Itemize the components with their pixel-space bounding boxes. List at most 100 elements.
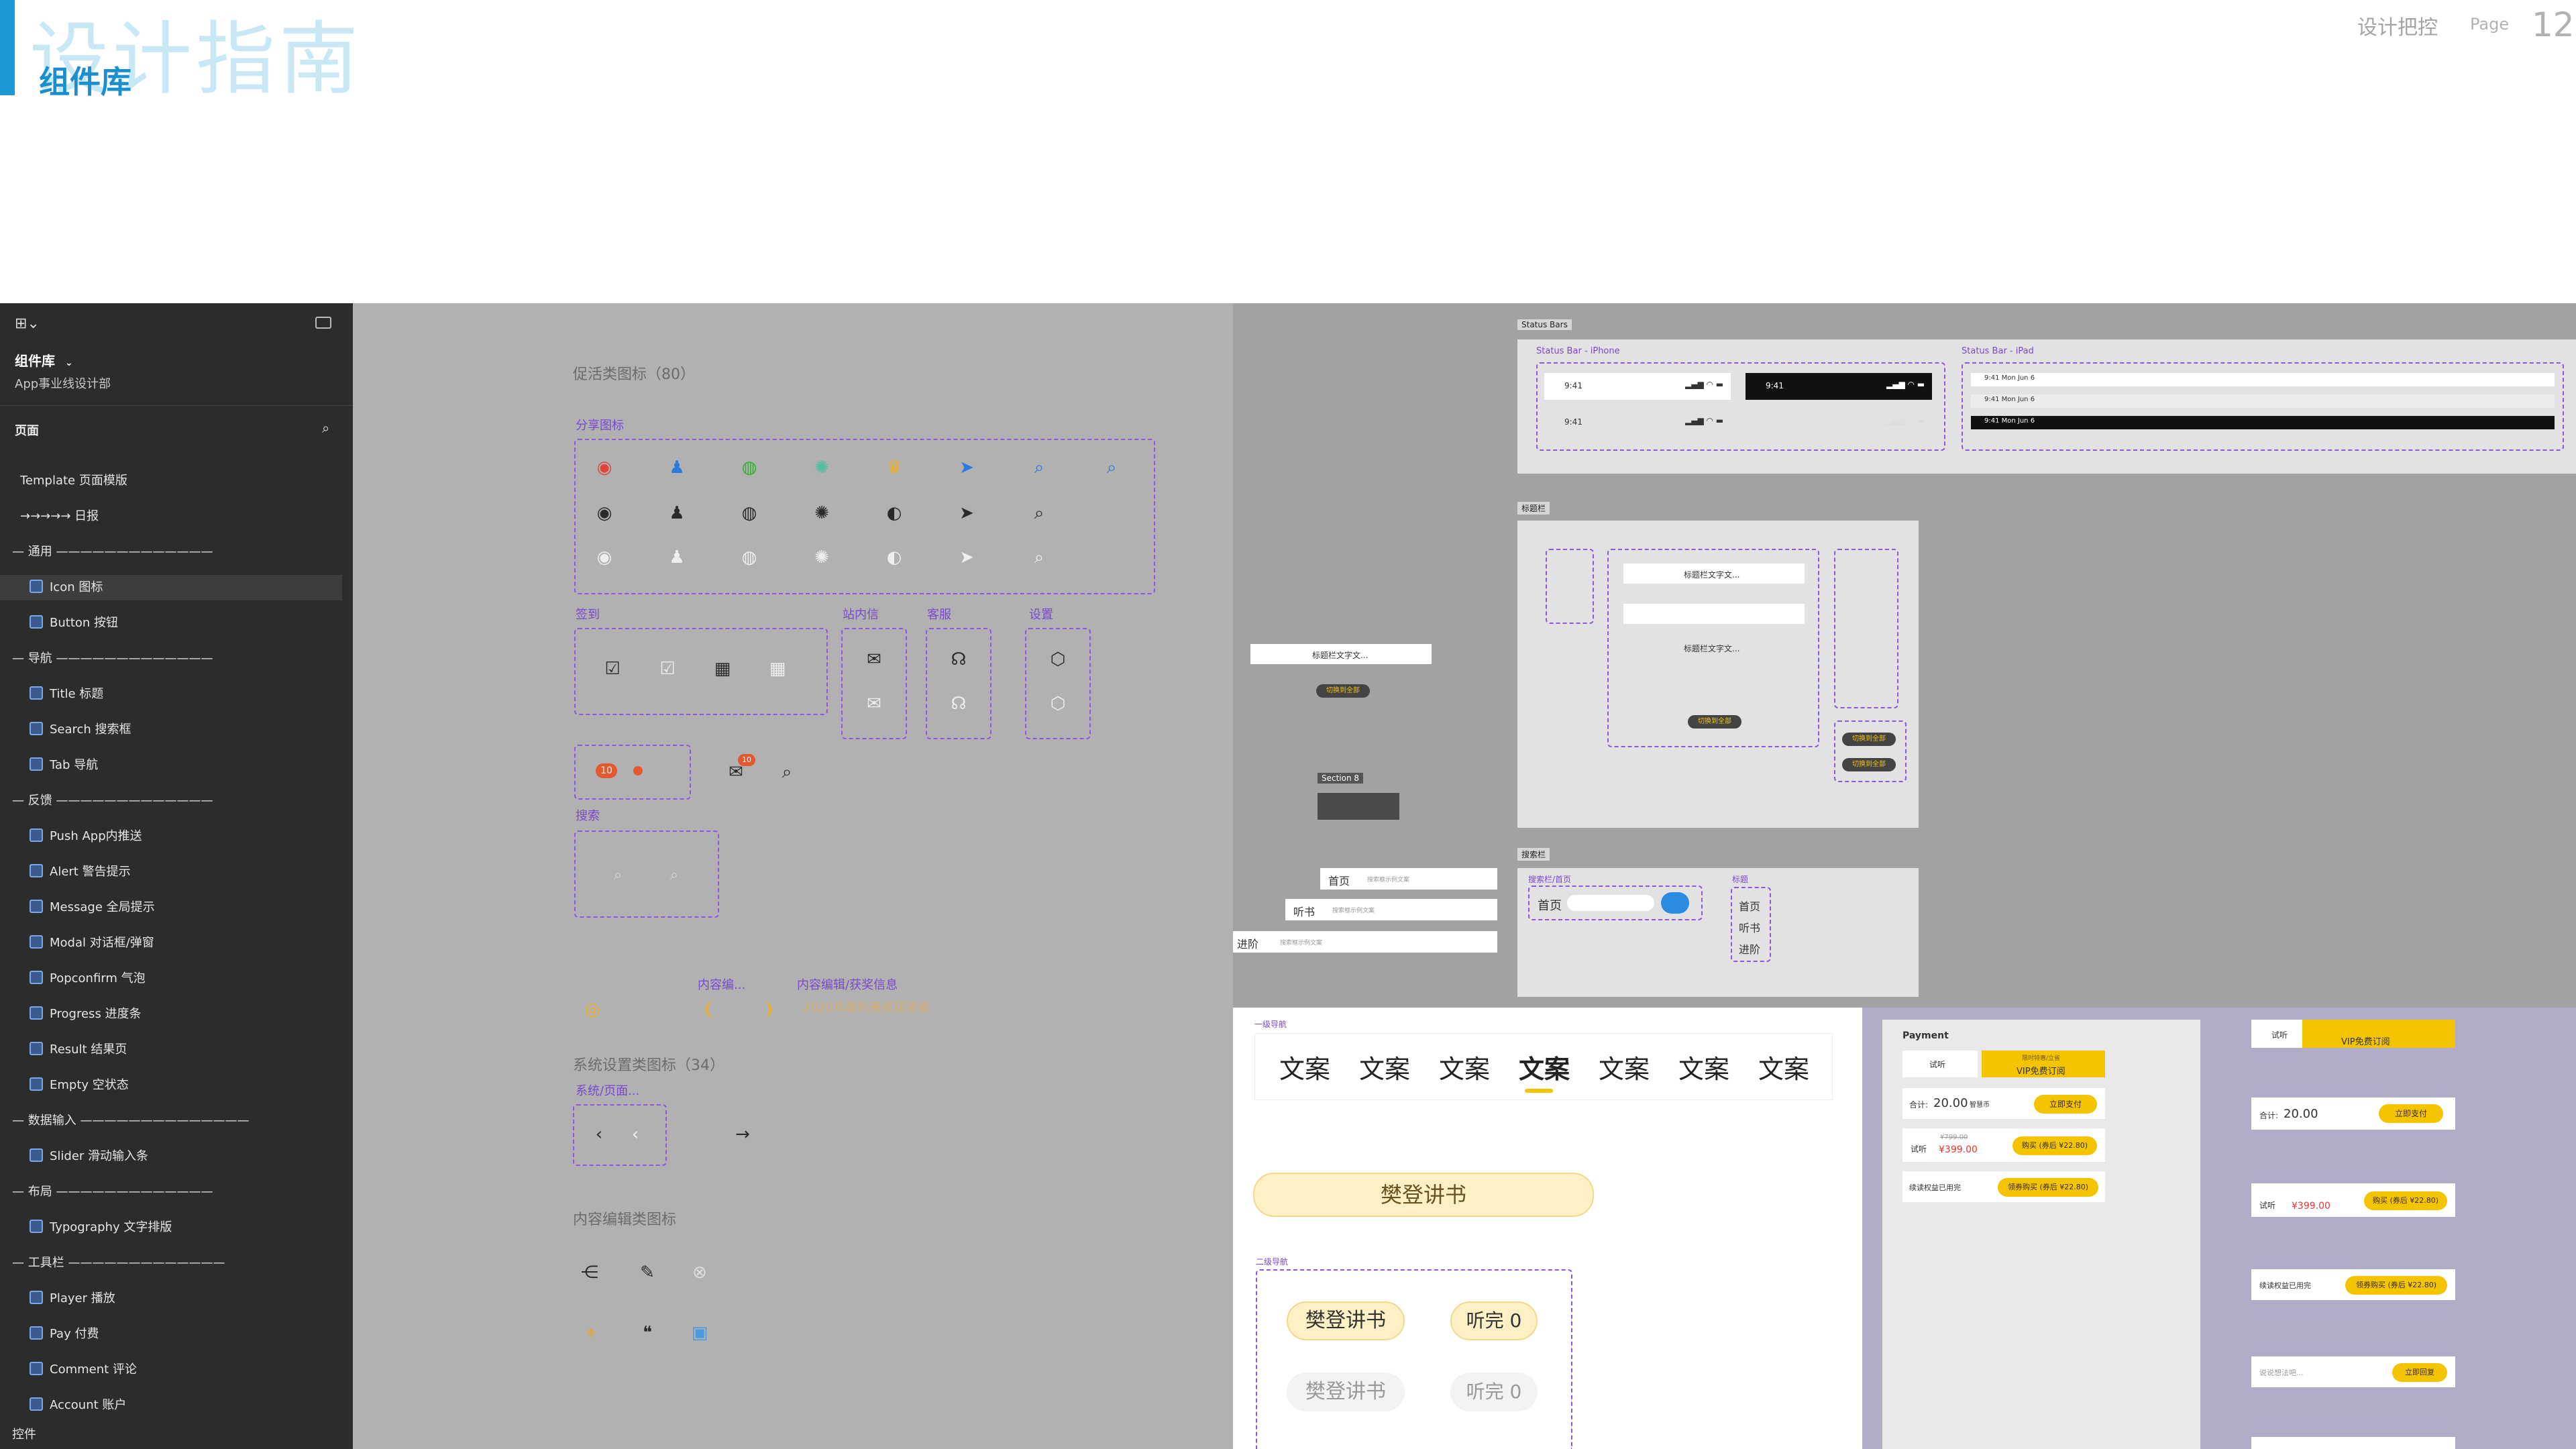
sidebar-item[interactable]: Result 结果页 xyxy=(0,1037,342,1063)
search-row-home[interactable]: 首页 搜索框示例文案 xyxy=(1320,868,1497,890)
tab-l2-finish-inactive[interactable]: 听完 0 xyxy=(1450,1373,1538,1411)
weibo-mono-icon[interactable]: ◉ xyxy=(594,503,614,523)
sidebar-item[interactable]: — 数据输入 —————————————— xyxy=(0,1108,342,1134)
settings-icons-frame[interactable]: ⬡ ⬡ xyxy=(1025,628,1091,739)
vip-toggle-sample[interactable]: 试听 VIP免费订阅 xyxy=(2251,1020,2455,1048)
mail-icon[interactable]: ✉ xyxy=(864,649,884,669)
tab-l2-frame[interactable]: 樊登讲书 听完 0 樊登讲书 听完 0 xyxy=(1256,1269,1572,1449)
buy-button[interactable]: 购买 (券后 ¥22.80) xyxy=(2012,1136,2097,1155)
moments-mono-icon[interactable]: ✺ xyxy=(812,503,832,523)
search-tabs-frame[interactable]: 首页 听书 进阶 xyxy=(1731,887,1771,962)
calendar-white-icon[interactable]: ▦ xyxy=(767,659,788,679)
price-sample-buy[interactable]: 购买 (券后 ¥22.80) xyxy=(2364,1191,2447,1210)
sidebar-item[interactable]: — 反馈 ————————————— xyxy=(0,788,342,814)
search-icon[interactable]: ⌕ xyxy=(777,762,797,782)
chat-white-icon[interactable]: ⌕ xyxy=(1029,547,1049,568)
chevron-left-icon[interactable]: ‹ xyxy=(589,1124,609,1144)
share-icons-frame[interactable]: ◉ ♟ ◍ ✺ ♛ ➤ ⌕ ⌕ ◉ ♟ ◍ ✺ ◐ ➤ ⌕ ◉ ♟ ◍ ✺ ◐ … xyxy=(574,439,1155,594)
title-variant-right[interactable] xyxy=(1834,549,1898,708)
vip-option[interactable]: 限时特惠/立省 VIP免费订阅 xyxy=(1982,1051,2105,1077)
total-sample-pay[interactable]: 立即支付 xyxy=(2379,1104,2443,1123)
qq-mono-icon[interactable]: ♟ xyxy=(667,503,687,523)
tab-item[interactable]: 文案 xyxy=(1439,1049,1490,1085)
floating-switch-pill[interactable]: 切换到全部 xyxy=(1316,684,1370,698)
sidebar-item[interactable]: Typography 文字排版 xyxy=(0,1215,342,1240)
switch-pill[interactable]: 切换到全部 xyxy=(1688,715,1741,729)
sidebar-item[interactable]: Comment 评论 xyxy=(0,1357,342,1383)
search-row-advance[interactable]: 进阶 搜索框示例文案 xyxy=(1233,931,1497,953)
medal-icon[interactable]: ◎ xyxy=(582,1000,602,1020)
chevron-left-white-icon[interactable]: ‹ xyxy=(625,1124,645,1144)
vtab-home[interactable]: 首页 xyxy=(1739,898,1760,914)
comment-ph[interactable]: 说说想法吧... xyxy=(2259,1367,2304,1378)
service-icons-frame[interactable]: ☊ ☊ xyxy=(926,628,991,739)
chat-mono-icon[interactable]: ⌕ xyxy=(1029,503,1049,523)
sidebar-item[interactable]: Progress 进度条 xyxy=(0,1002,342,1027)
status-iphone-frame[interactable]: 9:41 ▂▄▆ ◠ ▬ 9:41 ▂▄▆ ◠ ▬ 9:41 ▂▄▆ ◠ ▬ ▂… xyxy=(1536,362,1945,451)
section-tag[interactable]: Section 8 xyxy=(1318,773,1364,784)
panel-toggle-icon[interactable] xyxy=(315,317,331,329)
share-nodes-icon[interactable]: ⋲ xyxy=(580,1263,600,1283)
sidebar-item[interactable]: Alert 警告提示 xyxy=(0,859,342,885)
sidebar-item[interactable]: →→→→→ 日报 xyxy=(0,504,342,529)
file-title[interactable]: 组件库 ⌄ xyxy=(15,350,73,370)
title-bar-tag[interactable]: 标题栏 xyxy=(1517,502,1550,515)
search-light-icon[interactable]: ⌕ xyxy=(608,865,628,885)
figma-menu-icon[interactable]: ⊞⌄ xyxy=(15,315,40,332)
sidebar-item[interactable]: Popconfirm 气泡 xyxy=(0,966,342,991)
sidebar-item[interactable]: Account 账户 xyxy=(0,1393,342,1418)
moments-white-icon[interactable]: ✺ xyxy=(812,547,832,568)
section-toolbar[interactable] xyxy=(1318,793,1399,820)
inbox-icons-frame[interactable]: ✉ ✉ xyxy=(841,628,907,739)
wechat-mono-icon[interactable]: ◍ xyxy=(739,503,759,523)
calendar-check-icon[interactable]: ☑ xyxy=(602,659,623,679)
title-variant-main[interactable]: 标题栏文字文... 标题栏文字文... 切换到全部 xyxy=(1607,549,1819,747)
arrow-right-icon[interactable]: → xyxy=(733,1124,753,1144)
fandeng-banner-button[interactable]: 樊登讲书 xyxy=(1253,1173,1594,1217)
sidebar-item[interactable]: — 工具栏 ————————————— xyxy=(0,1250,342,1276)
location-icon[interactable]: ⌖ xyxy=(581,1323,601,1343)
tab-item[interactable]: 文案 xyxy=(1359,1049,1410,1085)
pay-now-button[interactable]: 立即支付 xyxy=(2034,1095,2097,1114)
trial-option[interactable]: 试听 xyxy=(1902,1051,1978,1077)
sidebar-item[interactable]: Push App内推送 xyxy=(0,824,342,849)
sidebar-item[interactable]: Modal 对话框/弹窗 xyxy=(0,930,342,956)
tab-l2-inactive[interactable]: 樊登讲书 xyxy=(1287,1373,1405,1411)
sidebar-item[interactable]: — 通用 ————————————— xyxy=(0,539,342,565)
search-row-listen[interactable]: 听书 搜索框示例文案 xyxy=(1285,899,1497,920)
moments-icon[interactable]: ✺ xyxy=(812,458,832,478)
vtab-advance[interactable]: 进阶 xyxy=(1739,941,1760,957)
tab-item[interactable]: 文案 xyxy=(1279,1049,1330,1085)
send-white-icon[interactable]: ➤ xyxy=(957,547,977,568)
tab-item[interactable]: 文案 xyxy=(1519,1049,1570,1085)
search-bar-tag[interactable]: 搜索栏 xyxy=(1517,848,1550,861)
tab-l2-finish-active[interactable]: 听完 0 xyxy=(1450,1301,1538,1340)
sidebar-item[interactable]: Title 标题 xyxy=(0,682,342,707)
toggle-white-icon[interactable]: ◐ xyxy=(884,547,904,568)
vtab-listen[interactable]: 听书 xyxy=(1739,919,1760,935)
sidebar-item[interactable]: Search 搜索框 xyxy=(0,717,342,743)
weibo-white-icon[interactable]: ◉ xyxy=(594,547,614,568)
sidebar-item[interactable]: Player 播放 xyxy=(0,1286,342,1311)
mail-white-icon[interactable]: ✉ xyxy=(864,694,884,714)
send-button[interactable]: 立即回复 xyxy=(2392,1363,2447,1382)
qq-white-icon[interactable]: ♟ xyxy=(667,547,687,568)
sidebar-item[interactable]: Icon 图标 xyxy=(0,575,342,600)
weibo-icon[interactable]: ◉ xyxy=(594,458,614,478)
headset-icon[interactable]: ☊ xyxy=(949,649,969,669)
avatar[interactable] xyxy=(1661,892,1689,914)
floating-title-bar[interactable]: 标题栏文字文... xyxy=(1250,644,1432,664)
badge-frame[interactable]: 10 xyxy=(574,745,691,800)
sidebar-item[interactable]: Button 按钮 xyxy=(0,610,342,636)
calendar-check-white-icon[interactable]: ☑ xyxy=(657,659,678,679)
tab-item[interactable]: 文案 xyxy=(1758,1049,1809,1085)
renew-buy-button[interactable]: 领券购买 (券后 ¥22.80) xyxy=(1998,1178,2098,1197)
laurel-right-icon[interactable]: ❩ xyxy=(758,1000,778,1020)
sidebar-item[interactable]: — 布局 ————————————— xyxy=(0,1179,342,1205)
sidebar-item[interactable]: Tab 导航 xyxy=(0,753,342,778)
title-switch-frame[interactable]: 切换到全部 切换到全部 xyxy=(1834,720,1907,782)
sidebar-item[interactable]: Slider 滑动输入条 xyxy=(0,1144,342,1169)
checkin-icons-frame[interactable]: ☑ ☑ ▦ ▦ xyxy=(574,628,828,715)
switch-pill-2[interactable]: 切换到全部 xyxy=(1842,733,1896,746)
crown-icon[interactable]: ♛ xyxy=(884,458,904,478)
